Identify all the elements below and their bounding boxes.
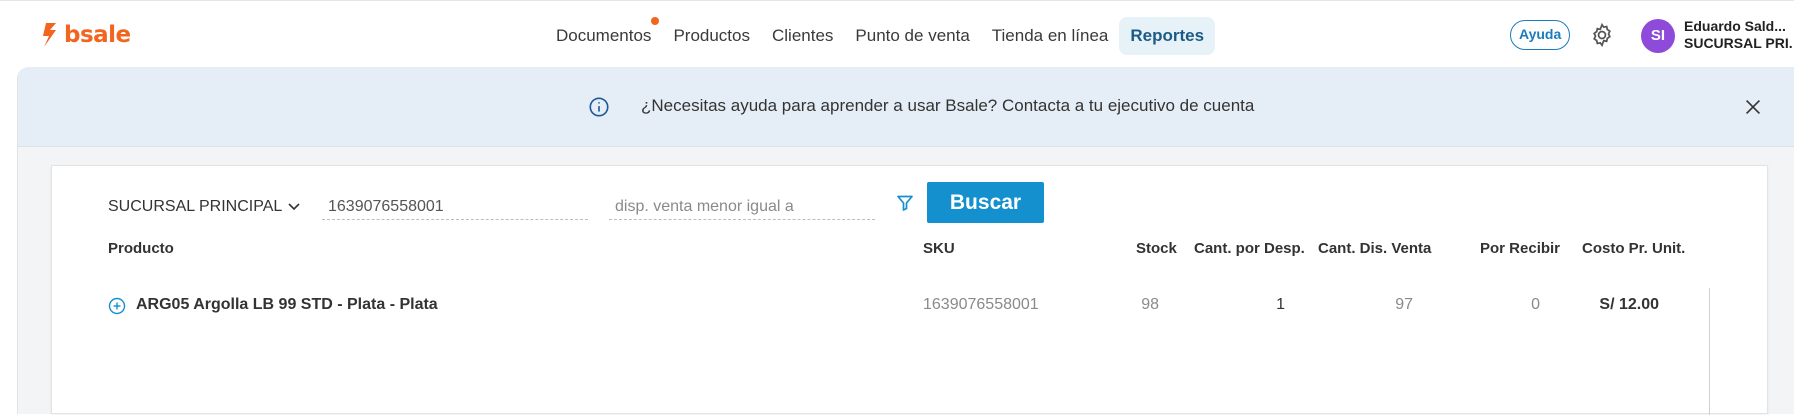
stock-report-card: SUCURSAL PRINCIPAL Buscar Producto SKU S…	[51, 165, 1768, 415]
nav-item-label: Reportes	[1130, 26, 1205, 45]
sku-input[interactable]	[322, 190, 588, 220]
search-button[interactable]: Buscar	[927, 182, 1044, 223]
info-icon	[589, 97, 609, 117]
row-por-recibir: 0	[1531, 296, 1540, 313]
nav-item-label: Tienda en línea	[991, 26, 1109, 45]
user-name: Eduardo Sald...	[1684, 18, 1786, 34]
notification-dot	[651, 17, 660, 25]
close-icon[interactable]	[1742, 96, 1764, 118]
chevron-down-icon	[288, 203, 300, 211]
column-header-producto: Producto	[108, 240, 174, 257]
column-header-dis-venta: Cant. Dis. Venta	[1318, 240, 1432, 257]
expand-row-icon[interactable]	[108, 297, 126, 315]
nav-item-tienda-en-linea[interactable]: Tienda en línea	[981, 17, 1120, 55]
column-header-stock: Stock	[1136, 240, 1177, 257]
user-branch: SUCURSAL PRI...	[1684, 35, 1792, 51]
row-producto: ARG05 Argolla LB 99 STD - Plata - Plata	[136, 296, 438, 313]
condition-input[interactable]	[609, 190, 875, 220]
nav-item-label: Documentos	[556, 26, 652, 45]
bsale-logo[interactable]: bsale	[40, 21, 131, 49]
nav-item-reportes[interactable]: Reportes	[1119, 17, 1216, 55]
row-por-desp: 1	[1276, 296, 1285, 313]
top-navbar: bsale Documentos Productos Clientes Punt…	[0, 0, 1794, 67]
column-header-costo: Costo Pr. Unit.	[1582, 240, 1686, 257]
column-header-sku: SKU	[923, 240, 955, 257]
gear-icon[interactable]	[1589, 22, 1615, 48]
row-dis-venta: 97	[1395, 296, 1413, 313]
help-button[interactable]: Ayuda	[1510, 20, 1571, 50]
row-sku: 1639076558001	[923, 296, 1039, 313]
logo-text: bsale	[64, 22, 131, 48]
nav-item-label: Clientes	[771, 26, 834, 45]
banner-text: ¿Necesitas ayuda para aprender a usar Bs…	[641, 96, 1255, 115]
row-stock: 98	[1141, 296, 1159, 313]
nav-item-clientes[interactable]: Clientes	[761, 17, 844, 55]
user-menu[interactable]: Eduardo Sald... SUCURSAL PRI...	[1684, 18, 1792, 52]
bsale-logo-icon	[43, 23, 56, 47]
table-scrollbar[interactable]	[1709, 288, 1710, 415]
nav-item-label: Productos	[673, 26, 750, 45]
avatar[interactable]: SI	[1641, 19, 1675, 53]
branch-select[interactable]: SUCURSAL PRINCIPAL	[108, 198, 300, 216]
nav-item-productos[interactable]: Productos	[662, 17, 761, 55]
nav-item-label: Punto de venta	[855, 26, 970, 45]
nav-item-punto-de-venta[interactable]: Punto de venta	[844, 17, 980, 55]
row-costo: S/ 12.00	[1599, 296, 1659, 313]
main-nav: Documentos Productos Clientes Punto de v…	[545, 17, 1216, 55]
nav-item-documentos[interactable]: Documentos	[545, 17, 662, 55]
column-header-por-recibir: Por Recibir	[1480, 240, 1561, 257]
filter-icon[interactable]	[896, 194, 914, 212]
column-header-por-desp: Cant. por Desp.	[1194, 240, 1305, 257]
help-banner: ¿Necesitas ayuda para aprender a usar Bs…	[18, 67, 1794, 147]
branch-select-value: SUCURSAL PRINCIPAL	[108, 198, 283, 215]
